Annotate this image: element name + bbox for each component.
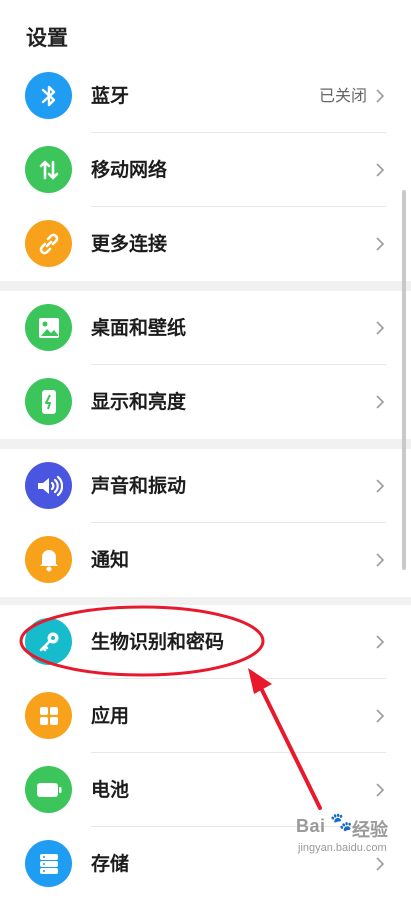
chevron-right-icon: [376, 479, 385, 493]
chevron-right-icon: [376, 635, 385, 649]
settings-item-label: 蓝牙: [91, 85, 130, 107]
settings-item-label: 显示和亮度: [91, 391, 187, 413]
settings-item-label: 声音和振动: [91, 475, 187, 497]
settings-item-label: 电池: [91, 779, 130, 801]
page-title: 设置: [26, 26, 68, 50]
key-icon: [25, 618, 72, 665]
chevron-right-icon: [376, 553, 385, 567]
chevron-right-icon: [376, 395, 385, 409]
watermark-url: jingyan.baidu.com: [298, 842, 387, 854]
chevron-right-icon: [376, 709, 385, 723]
battery-icon: [25, 766, 72, 813]
section-gap: [0, 439, 411, 449]
bluetooth-icon: [25, 72, 72, 119]
settings-item-label: 更多连接: [91, 233, 168, 255]
chevron-right-icon: [376, 237, 385, 251]
watermark-brand: Bai: [296, 816, 326, 836]
settings-item-mobile-network[interactable]: 移动网络: [0, 133, 411, 207]
bluetooth-status: 已关闭: [318, 86, 367, 105]
notification-bell-icon: [25, 536, 72, 583]
settings-item-more-connections[interactable]: 更多连接: [0, 207, 411, 281]
scrollbar[interactable]: [402, 190, 406, 570]
sound-icon: [25, 462, 72, 509]
display-brightness-icon: [25, 378, 72, 425]
mobile-data-icon: [25, 146, 72, 193]
section-gap: [0, 281, 411, 291]
baidu-jingyan-watermark: Bai 🐾 经验 jingyan.baidu.com: [296, 812, 408, 868]
settings-item-apps[interactable]: 应用: [0, 679, 411, 753]
settings-item-label: 通知: [91, 549, 130, 571]
storage-icon: [25, 840, 72, 887]
watermark-brand2: 经验: [352, 820, 388, 840]
settings-item-sound[interactable]: 声音和振动: [0, 449, 411, 523]
wallpaper-icon: [25, 304, 72, 351]
chevron-right-icon: [376, 321, 385, 335]
settings-item-label: 应用: [91, 705, 130, 727]
chevron-right-icon: [376, 163, 385, 177]
settings-item-wallpaper[interactable]: 桌面和壁纸: [0, 291, 411, 365]
chevron-right-icon: [376, 783, 385, 797]
settings-item-label: 桌面和壁纸: [91, 317, 187, 339]
settings-item-display[interactable]: 显示和亮度: [0, 365, 411, 439]
settings-item-label: 移动网络: [91, 159, 168, 181]
link-icon: [25, 220, 72, 267]
settings-item-biometrics-password[interactable]: 生物识别和密码: [0, 605, 411, 679]
settings-item-notifications[interactable]: 通知: [0, 523, 411, 597]
paw-icon: 🐾: [330, 812, 353, 832]
settings-item-bluetooth[interactable]: 蓝牙 已关闭: [0, 59, 411, 133]
chevron-right-icon: [376, 89, 385, 103]
settings-item-label: 存储: [91, 853, 130, 875]
apps-grid-icon: [25, 692, 72, 739]
settings-item-label: 生物识别和密码: [91, 631, 225, 653]
